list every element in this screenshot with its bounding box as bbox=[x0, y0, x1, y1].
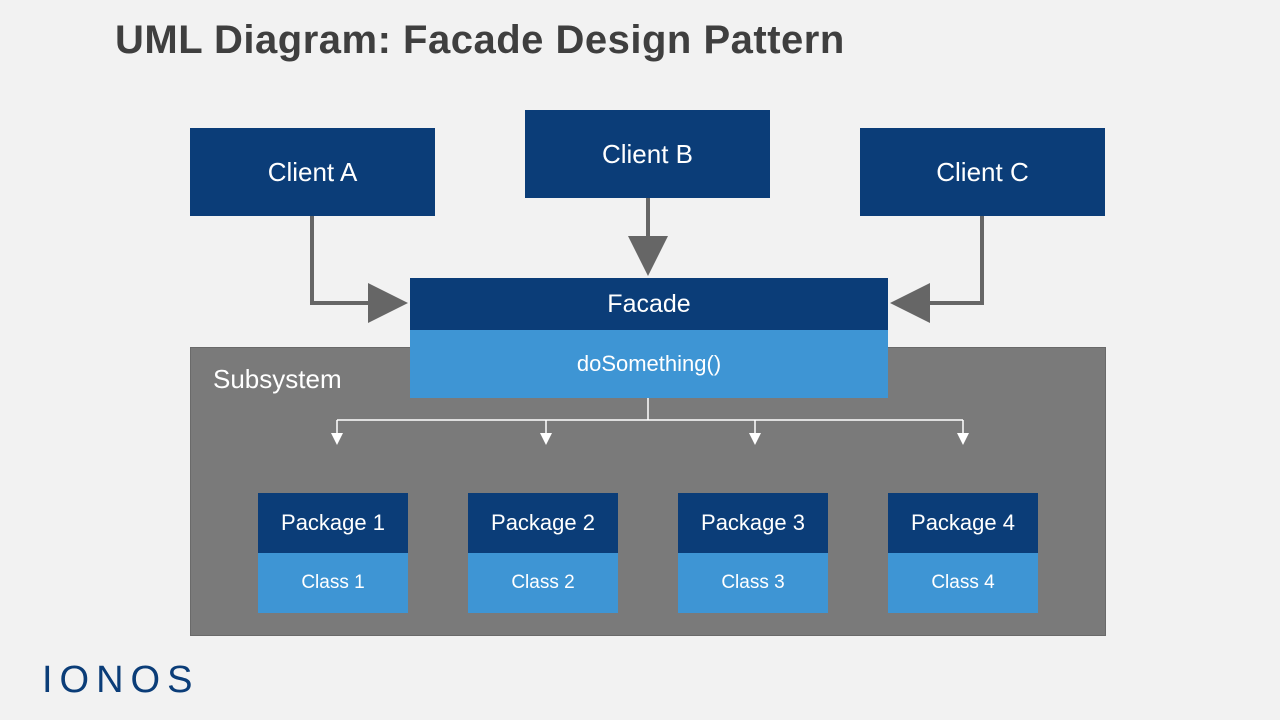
facade-title: Facade bbox=[410, 278, 888, 330]
package-1-class: Class 1 bbox=[258, 553, 408, 613]
package-1: Package 1 Class 1 bbox=[258, 493, 408, 613]
diagram-title: UML Diagram: Facade Design Pattern bbox=[115, 18, 845, 63]
package-2: Package 2 Class 2 bbox=[468, 493, 618, 613]
package-4-class: Class 4 bbox=[888, 553, 1038, 613]
client-a-box: Client A bbox=[190, 128, 435, 216]
client-c-box: Client C bbox=[860, 128, 1105, 216]
subsystem-label: Subsystem bbox=[213, 364, 342, 395]
package-4-title: Package 4 bbox=[888, 493, 1038, 553]
client-b-box: Client B bbox=[525, 110, 770, 198]
facade-box: Facade doSomething() bbox=[410, 278, 888, 398]
package-3-class: Class 3 bbox=[678, 553, 828, 613]
package-1-title: Package 1 bbox=[258, 493, 408, 553]
facade-method: doSomething() bbox=[410, 330, 888, 398]
package-2-class: Class 2 bbox=[468, 553, 618, 613]
package-4: Package 4 Class 4 bbox=[888, 493, 1038, 613]
ionos-logo: IONOS bbox=[42, 659, 199, 702]
package-3: Package 3 Class 3 bbox=[678, 493, 828, 613]
package-3-title: Package 3 bbox=[678, 493, 828, 553]
packages-row: Package 1 Class 1 Package 2 Class 2 Pack… bbox=[191, 493, 1105, 613]
package-2-title: Package 2 bbox=[468, 493, 618, 553]
